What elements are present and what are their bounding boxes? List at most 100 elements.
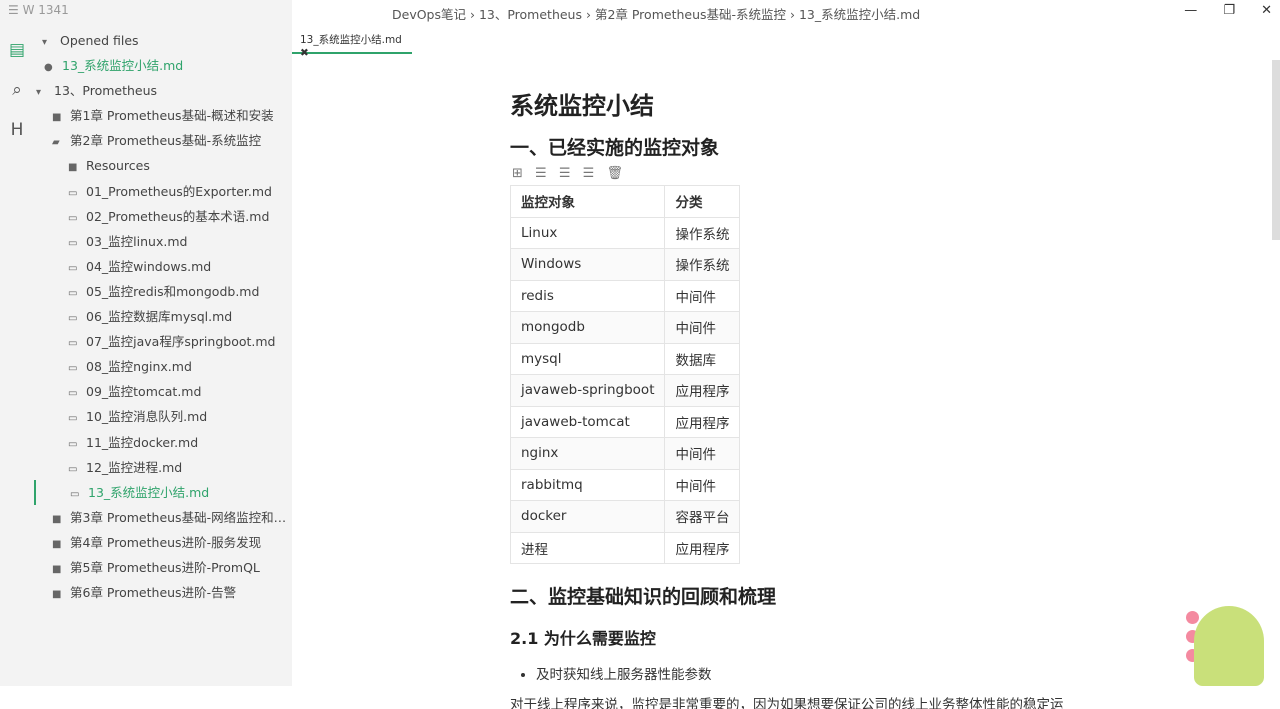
tree-item[interactable]: ▭ 03_监控linux.md: [34, 229, 292, 254]
table-cell[interactable]: javaweb-tomcat: [509, 405, 666, 438]
table-cell[interactable]: 中间件: [664, 437, 741, 470]
mascot-image: [1194, 606, 1264, 686]
tree-item-label: 第5章 Prometheus进阶-PromQL: [70, 559, 260, 575]
tree-item[interactable]: ▭ 07_监控java程序springboot.md: [34, 329, 292, 354]
markdown-file-icon: ▭: [68, 212, 78, 224]
table-cell[interactable]: 中间件: [664, 468, 741, 501]
column-header: 分类: [664, 185, 741, 218]
page-title: 系统监控小结: [510, 92, 654, 120]
tree-item-label: 03_监控linux.md: [86, 233, 188, 249]
table-cell[interactable]: Windows: [509, 248, 666, 281]
heading-2-1: 2.1 为什么需要监控: [510, 629, 656, 648]
close-icon[interactable]: ✖: [300, 47, 309, 59]
list-item: 及时获知线上服务器性能参数: [536, 663, 1110, 683]
tree-item[interactable]: ▭ 08_监控nginx.md: [34, 354, 292, 379]
tree-item[interactable]: ▭ 04_监控windows.md: [34, 254, 292, 279]
table-cell[interactable]: 应用程序: [664, 374, 741, 407]
tree-item-label: 07_监控java程序springboot.md: [86, 334, 276, 350]
tree-item-label: 12_监控进程.md: [86, 459, 183, 475]
table-cell[interactable]: rabbitmq: [509, 468, 666, 501]
folder-icon: ■: [52, 589, 62, 601]
table-row: redis 中间件: [509, 279, 741, 312]
file-tree: ▾ Opened files ● 13_系统监控小结.md ▾ 13、Promethe…: [34, 28, 292, 605]
tree-item[interactable]: ■ 第6章 Prometheus进阶-告警: [34, 580, 292, 605]
tree-item[interactable]: ▭ 06_监控数据库mysql.md: [34, 304, 292, 329]
tree-item[interactable]: ■ 第5章 Prometheus进阶-PromQL: [34, 555, 292, 580]
tree-item-label: 01_Prometheus的Exporter.md: [86, 183, 272, 199]
search-icon[interactable]: ⌕: [0, 70, 34, 110]
table-cell[interactable]: 应用程序: [664, 531, 741, 564]
tree-item[interactable]: ▭ 09_监控tomcat.md: [34, 379, 292, 404]
editor: DevOps笔记 › 13、Prometheus › 第2章 Prometheu…: [292, 0, 1280, 709]
tree-item[interactable]: ▭ 01_Prometheus的Exporter.md: [34, 179, 292, 204]
tree-item[interactable]: ▭ 02_Prometheus的基本术语.md: [34, 204, 292, 229]
table-row: javaweb-springboot 应用程序: [509, 374, 741, 407]
opened-files-header[interactable]: ▾ Opened files: [34, 28, 292, 53]
tree-item[interactable]: ■ 第1章 Prometheus基础-概述和安装: [34, 103, 292, 128]
window-controls[interactable]: — ❐ ✕: [1184, 3, 1272, 18]
paragraph: 对于线上程序来说，监控是非常重要的，因为如果想要保证公司的线上业务整体性能的稳定…: [510, 697, 1064, 709]
markdown-file-icon: ▭: [68, 338, 78, 350]
markdown-file-icon: ▭: [68, 262, 78, 274]
tree-item[interactable]: ■ Resources: [34, 153, 292, 178]
table-cell[interactable]: 进程: [509, 531, 666, 564]
delete-icon[interactable]: 🗑: [606, 166, 623, 181]
tree-item[interactable]: ▭ 10_监控消息队列.md: [34, 404, 292, 429]
folder-icon: ■: [52, 538, 62, 550]
tree-item-label: 02_Prometheus的基本术语.md: [86, 208, 270, 224]
document: 系统监控小结 一、已经实施的监控对象 ⊞ ☰ ☰ ☰ 🗑 监控对象 分类 Linux…: [509, 86, 1110, 709]
tree-item-label: 第4章 Prometheus进阶-服务发现: [70, 534, 262, 550]
tree-item[interactable]: ▭ 05_监控redis和mongodb.md: [34, 279, 292, 304]
caret-icon: ▾: [42, 37, 48, 48]
heading-section-2: 二、监控基础知识的回顾和梳理: [510, 586, 777, 608]
table-row: Linux 操作系统: [509, 216, 741, 249]
folder-icon: ▰: [52, 137, 60, 149]
sidebar-title: W 1341: [22, 3, 69, 17]
files-icon[interactable]: ▤: [0, 30, 34, 70]
outline-icon[interactable]: H: [0, 110, 34, 150]
table-cell[interactable]: redis: [509, 279, 666, 312]
tree-item[interactable]: ▰ 第2章 Prometheus基础-系统监控: [34, 128, 292, 153]
folder-icon: ■: [52, 513, 62, 525]
tree-item-label: 13_系统监控小结.md: [88, 484, 210, 500]
sidebar: ☰ W 1341 ▤ ⌕ H ▾ Opened files ● 13_系统监控小结.…: [0, 0, 292, 686]
tab-current[interactable]: 13_系统监控小结.md ✖: [292, 28, 412, 59]
table-cell[interactable]: Linux: [509, 216, 666, 249]
table-cell[interactable]: 中间件: [664, 311, 741, 344]
tree-item-label: 第1章 Prometheus基础-概述和安装: [70, 108, 274, 124]
table-cell[interactable]: 应用程序: [664, 405, 741, 438]
tree-root[interactable]: ▾ 13、Prometheus: [34, 78, 292, 103]
monitor-table: 监控对象 分类 Linux 操作系统 Windows 操作系统 redis 中间件 mongod…: [509, 185, 741, 564]
tree-item[interactable]: ▭ 11_监控docker.md: [34, 430, 292, 455]
table-cell[interactable]: 数据库: [664, 342, 741, 375]
table-cell[interactable]: 操作系统: [664, 248, 741, 281]
table-cell[interactable]: 中间件: [664, 279, 741, 312]
table-icon[interactable]: ⊞: [512, 166, 523, 181]
align-right-icon[interactable]: ☰: [583, 166, 595, 181]
tree-item-label: 第2章 Prometheus基础-系统监控: [70, 133, 262, 149]
scrollbar[interactable]: [1272, 60, 1280, 240]
tree-item[interactable]: ■ 第3章 Prometheus基础-网络监控和自动发现: [34, 505, 292, 530]
align-center-icon[interactable]: ☰: [559, 166, 571, 181]
activity-bar: ▤ ⌕ H: [0, 30, 34, 150]
menu-icon[interactable]: ☰: [8, 3, 19, 17]
opened-file[interactable]: ● 13_系统监控小结.md: [34, 53, 292, 78]
table-cell[interactable]: docker: [509, 500, 666, 533]
table-cell[interactable]: nginx: [509, 437, 666, 470]
breadcrumb[interactable]: DevOps笔记 › 13、Prometheus › 第2章 Prometheu…: [392, 4, 920, 23]
tree-item-label: 05_监控redis和mongodb.md: [86, 283, 260, 299]
table-cell[interactable]: mysql: [509, 342, 666, 375]
tree-item[interactable]: ▭ 12_监控进程.md: [34, 455, 292, 480]
align-left-icon[interactable]: ☰: [535, 166, 547, 181]
table-cell[interactable]: mongodb: [509, 311, 666, 344]
table-cell[interactable]: 操作系统: [664, 216, 741, 249]
tree-item[interactable]: ■ 第4章 Prometheus进阶-服务发现: [34, 530, 292, 555]
markdown-file-icon: ▭: [68, 313, 78, 325]
table-row: Windows 操作系统: [509, 248, 741, 281]
tree-item-label: Resources: [86, 158, 150, 174]
tree-item[interactable]: ▭ 13_系统监控小结.md: [34, 479, 292, 505]
markdown-file-icon: ▭: [68, 438, 78, 450]
table-cell[interactable]: 容器平台: [664, 500, 741, 533]
folder-icon: ■: [68, 162, 78, 174]
table-cell[interactable]: javaweb-springboot: [509, 374, 666, 407]
